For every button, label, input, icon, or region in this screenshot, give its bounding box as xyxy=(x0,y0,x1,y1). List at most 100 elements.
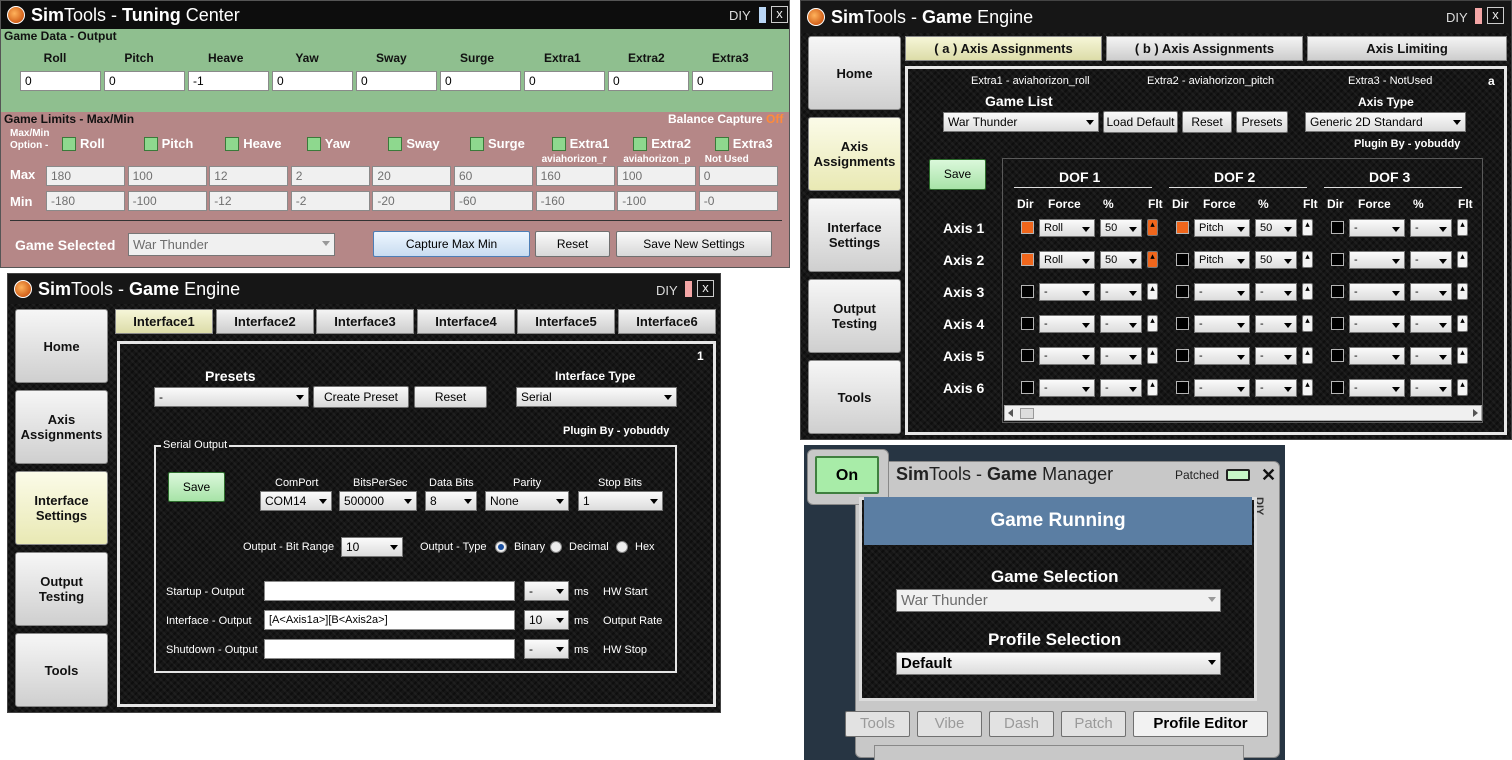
close-icon[interactable]: x xyxy=(697,280,714,297)
force-dropdown-1-3[interactable]: - xyxy=(1349,219,1405,237)
side-axis-assignments-button[interactable]: Axis Assignments xyxy=(808,117,901,191)
scroll-left-icon[interactable] xyxy=(1008,409,1013,417)
option-checkbox-2[interactable] xyxy=(225,137,240,151)
comport-dropdown[interactable]: COM14 xyxy=(260,491,332,511)
output-field-4[interactable]: 0 xyxy=(356,71,437,91)
percent-dropdown-3-2[interactable]: - xyxy=(1255,283,1297,301)
percent-dropdown-5-3[interactable]: - xyxy=(1410,347,1452,365)
percent-dropdown-1-2[interactable]: 50 xyxy=(1255,219,1297,237)
tab-interface4[interactable]: Interface4 xyxy=(417,309,515,334)
side-home-button[interactable]: Home xyxy=(808,36,901,110)
force-dropdown-2-1[interactable]: Roll xyxy=(1039,251,1095,269)
reset-button[interactable]: Reset xyxy=(535,231,610,257)
percent-dropdown-2-3[interactable]: - xyxy=(1410,251,1452,269)
tab-axis-limiting[interactable]: Axis Limiting xyxy=(1307,36,1507,61)
max-field-8[interactable]: 0 xyxy=(698,166,778,186)
option-checkbox-8[interactable] xyxy=(714,137,729,151)
dir-checkbox-6-1[interactable] xyxy=(1021,381,1034,394)
percent-dropdown-2-1[interactable]: 50 xyxy=(1100,251,1142,269)
dir-checkbox-5-2[interactable] xyxy=(1176,349,1189,362)
tab-axis-assignments-a[interactable]: ( a ) Axis Assignments xyxy=(905,36,1102,61)
dir-checkbox-2-3[interactable] xyxy=(1331,253,1344,266)
on-button[interactable]: On xyxy=(815,456,879,494)
hex-radio[interactable] xyxy=(616,541,628,553)
percent-dropdown-5-2[interactable]: - xyxy=(1255,347,1297,365)
max-field-3[interactable]: 2 xyxy=(290,166,370,186)
force-dropdown-6-1[interactable]: - xyxy=(1039,379,1095,397)
interface-type-dropdown[interactable]: Serial xyxy=(516,387,677,407)
side-axis-assignments-button[interactable]: Axis Assignments xyxy=(15,390,108,464)
capture-max-min-button[interactable]: Capture Max Min xyxy=(373,231,530,257)
side-output-testing-button[interactable]: Output Testing xyxy=(15,552,108,626)
min-field-4[interactable]: -20 xyxy=(372,191,452,211)
output-field-6[interactable]: 0 xyxy=(524,71,605,91)
option-checkbox-0[interactable] xyxy=(62,137,76,151)
dir-checkbox-3-3[interactable] xyxy=(1331,285,1344,298)
axis-type-dropdown[interactable]: Generic 2D Standard xyxy=(1305,112,1466,132)
max-field-5[interactable]: 60 xyxy=(454,166,533,186)
decimal-radio[interactable] xyxy=(550,541,562,553)
filter-button-2-3[interactable]: ▴ xyxy=(1457,251,1468,268)
force-dropdown-6-3[interactable]: - xyxy=(1349,379,1405,397)
option-checkbox-1[interactable] xyxy=(143,137,158,151)
min-field-5[interactable]: -60 xyxy=(454,191,533,211)
max-field-6[interactable]: 160 xyxy=(535,166,615,186)
option-checkbox-4[interactable] xyxy=(388,137,403,151)
side-interface-settings-button[interactable]: Interface Settings xyxy=(808,198,901,272)
dir-checkbox-1-1[interactable] xyxy=(1021,221,1034,234)
game-selection-dropdown[interactable]: War Thunder xyxy=(896,589,1221,612)
filter-button-1-3[interactable]: ▴ xyxy=(1457,219,1468,236)
max-field-0[interactable]: 180 xyxy=(46,166,125,186)
percent-dropdown-3-1[interactable]: - xyxy=(1100,283,1142,301)
min-field-8[interactable]: -0 xyxy=(698,191,778,211)
filter-button-3-3[interactable]: ▴ xyxy=(1457,283,1468,300)
filter-button-3-1[interactable]: ▴ xyxy=(1147,283,1158,300)
bit-range-dropdown[interactable]: 10 xyxy=(341,537,403,557)
load-default-button[interactable]: Load Default xyxy=(1103,111,1178,133)
min-field-3[interactable]: -2 xyxy=(290,191,370,211)
dir-checkbox-6-3[interactable] xyxy=(1331,381,1344,394)
interface-output-field[interactable]: [A<Axis1a>][B<Axis2a>] xyxy=(264,610,515,630)
min-field-7[interactable]: -100 xyxy=(617,191,697,211)
scroll-right-icon[interactable] xyxy=(1473,409,1478,417)
dir-checkbox-4-3[interactable] xyxy=(1331,317,1344,330)
percent-dropdown-4-2[interactable]: - xyxy=(1255,315,1297,333)
balance-capture-value[interactable]: Off xyxy=(766,112,783,126)
save-button[interactable]: Save xyxy=(168,472,225,502)
filter-button-1-1[interactable]: ▴ xyxy=(1147,219,1158,236)
force-dropdown-2-2[interactable]: Pitch xyxy=(1194,251,1250,269)
filter-button-4-3[interactable]: ▴ xyxy=(1457,315,1468,332)
bitspersec-dropdown[interactable]: 500000 xyxy=(339,491,417,511)
dir-checkbox-4-1[interactable] xyxy=(1021,317,1034,330)
tab-interface2[interactable]: Interface2 xyxy=(216,309,314,334)
patch-button[interactable]: Patch xyxy=(1061,711,1126,737)
output-field-0[interactable]: 0 xyxy=(20,71,101,91)
option-checkbox-5[interactable] xyxy=(470,137,484,151)
min-field-2[interactable]: -12 xyxy=(209,191,289,211)
dir-checkbox-5-3[interactable] xyxy=(1331,349,1344,362)
dir-checkbox-2-2[interactable] xyxy=(1176,253,1189,266)
side-interface-settings-button[interactable]: Interface Settings xyxy=(15,471,108,545)
force-dropdown-4-3[interactable]: - xyxy=(1349,315,1405,333)
max-field-4[interactable]: 20 xyxy=(372,166,452,186)
force-dropdown-2-3[interactable]: - xyxy=(1349,251,1405,269)
startup-output-field[interactable] xyxy=(264,581,515,601)
dir-checkbox-3-2[interactable] xyxy=(1176,285,1189,298)
save-button[interactable]: Save xyxy=(929,159,986,190)
force-dropdown-1-2[interactable]: Pitch xyxy=(1194,219,1250,237)
percent-dropdown-4-1[interactable]: - xyxy=(1100,315,1142,333)
filter-button-4-2[interactable]: ▴ xyxy=(1302,315,1313,332)
force-dropdown-4-1[interactable]: - xyxy=(1039,315,1095,333)
side-home-button[interactable]: Home xyxy=(15,309,108,383)
dir-checkbox-1-2[interactable] xyxy=(1176,221,1189,234)
option-checkbox-3[interactable] xyxy=(306,137,321,151)
filter-button-5-1[interactable]: ▴ xyxy=(1147,347,1158,364)
force-dropdown-5-1[interactable]: - xyxy=(1039,347,1095,365)
filter-button-5-2[interactable]: ▴ xyxy=(1302,347,1313,364)
filter-button-6-1[interactable]: ▴ xyxy=(1147,379,1158,396)
reset-button[interactable]: Reset xyxy=(414,386,487,408)
force-dropdown-6-2[interactable]: - xyxy=(1194,379,1250,397)
game-selected-dropdown[interactable]: War Thunder xyxy=(128,233,335,256)
force-dropdown-3-2[interactable]: - xyxy=(1194,283,1250,301)
filter-button-2-1[interactable]: ▴ xyxy=(1147,251,1158,268)
